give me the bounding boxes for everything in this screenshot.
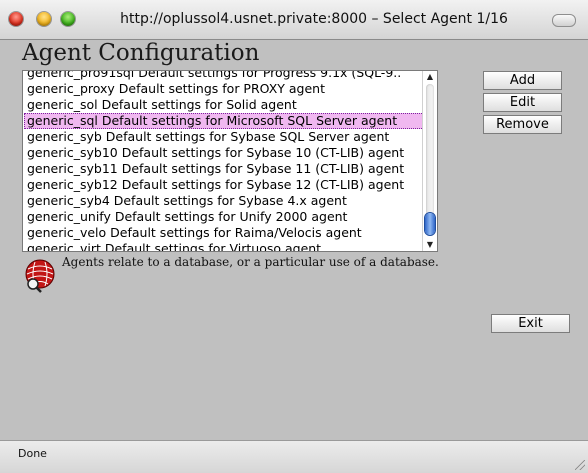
- status-text: Done: [18, 447, 47, 460]
- scroll-down-arrow-icon[interactable]: ▼: [423, 239, 437, 251]
- window-title: http://oplussol4.usnet.private:8000 – Se…: [120, 11, 508, 27]
- agent-list-item[interactable]: generic_syb Default settings for Sybase …: [24, 129, 424, 145]
- openlink-globe-icon: [24, 259, 56, 293]
- info-message: Agents relate to a database, or a partic…: [62, 255, 439, 269]
- agent-list-items: generic_pro91sql Default settings for Pr…: [24, 71, 424, 251]
- page-content: Agent Configuration generic_pro91sql Def…: [0, 40, 588, 440]
- scroll-up-arrow-icon[interactable]: ▲: [423, 71, 437, 83]
- agent-list[interactable]: generic_pro91sql Default settings for Pr…: [22, 70, 438, 252]
- agent-list-item[interactable]: generic_syb10 Default settings for Sybas…: [24, 145, 424, 161]
- remove-agent-button[interactable]: Remove: [483, 115, 562, 134]
- add-agent-button[interactable]: Add: [483, 71, 562, 90]
- agent-list-item[interactable]: generic_velo Default settings for Raima/…: [24, 225, 424, 241]
- agent-list-viewport: generic_pro91sql Default settings for Pr…: [24, 71, 424, 251]
- exit-button[interactable]: Exit: [491, 314, 570, 333]
- agent-list-item[interactable]: generic_proxy Default settings for PROXY…: [24, 81, 424, 97]
- title-bar: http://oplussol4.usnet.private:8000 – Se…: [0, 0, 588, 40]
- browser-window: http://oplussol4.usnet.private:8000 – Se…: [0, 0, 588, 473]
- agent-list-item[interactable]: generic_sol Default settings for Solid a…: [24, 97, 424, 113]
- agent-list-scrollbar[interactable]: ▲ ▼: [422, 71, 437, 251]
- agent-list-item[interactable]: generic_pro91sql Default settings for Pr…: [24, 71, 424, 81]
- resize-grip-icon[interactable]: [575, 460, 585, 470]
- agent-list-item[interactable]: generic_syb4 Default settings for Sybase…: [24, 193, 424, 209]
- page-title: Agent Configuration: [22, 40, 260, 66]
- status-bar: Done: [0, 440, 588, 473]
- agent-list-item[interactable]: generic_syb11 Default settings for Sybas…: [24, 161, 424, 177]
- agent-list-item[interactable]: generic_virt Default settings for Virtuo…: [24, 241, 424, 251]
- edit-agent-button[interactable]: Edit: [483, 93, 562, 112]
- scroll-thumb[interactable]: [425, 213, 435, 235]
- agent-list-item[interactable]: generic_unify Default settings for Unify…: [24, 209, 424, 225]
- agent-list-item[interactable]: generic_sql Default settings for Microso…: [24, 113, 424, 129]
- toolbar-toggle-button[interactable]: [552, 14, 576, 27]
- agent-list-item[interactable]: generic_syb12 Default settings for Sybas…: [24, 177, 424, 193]
